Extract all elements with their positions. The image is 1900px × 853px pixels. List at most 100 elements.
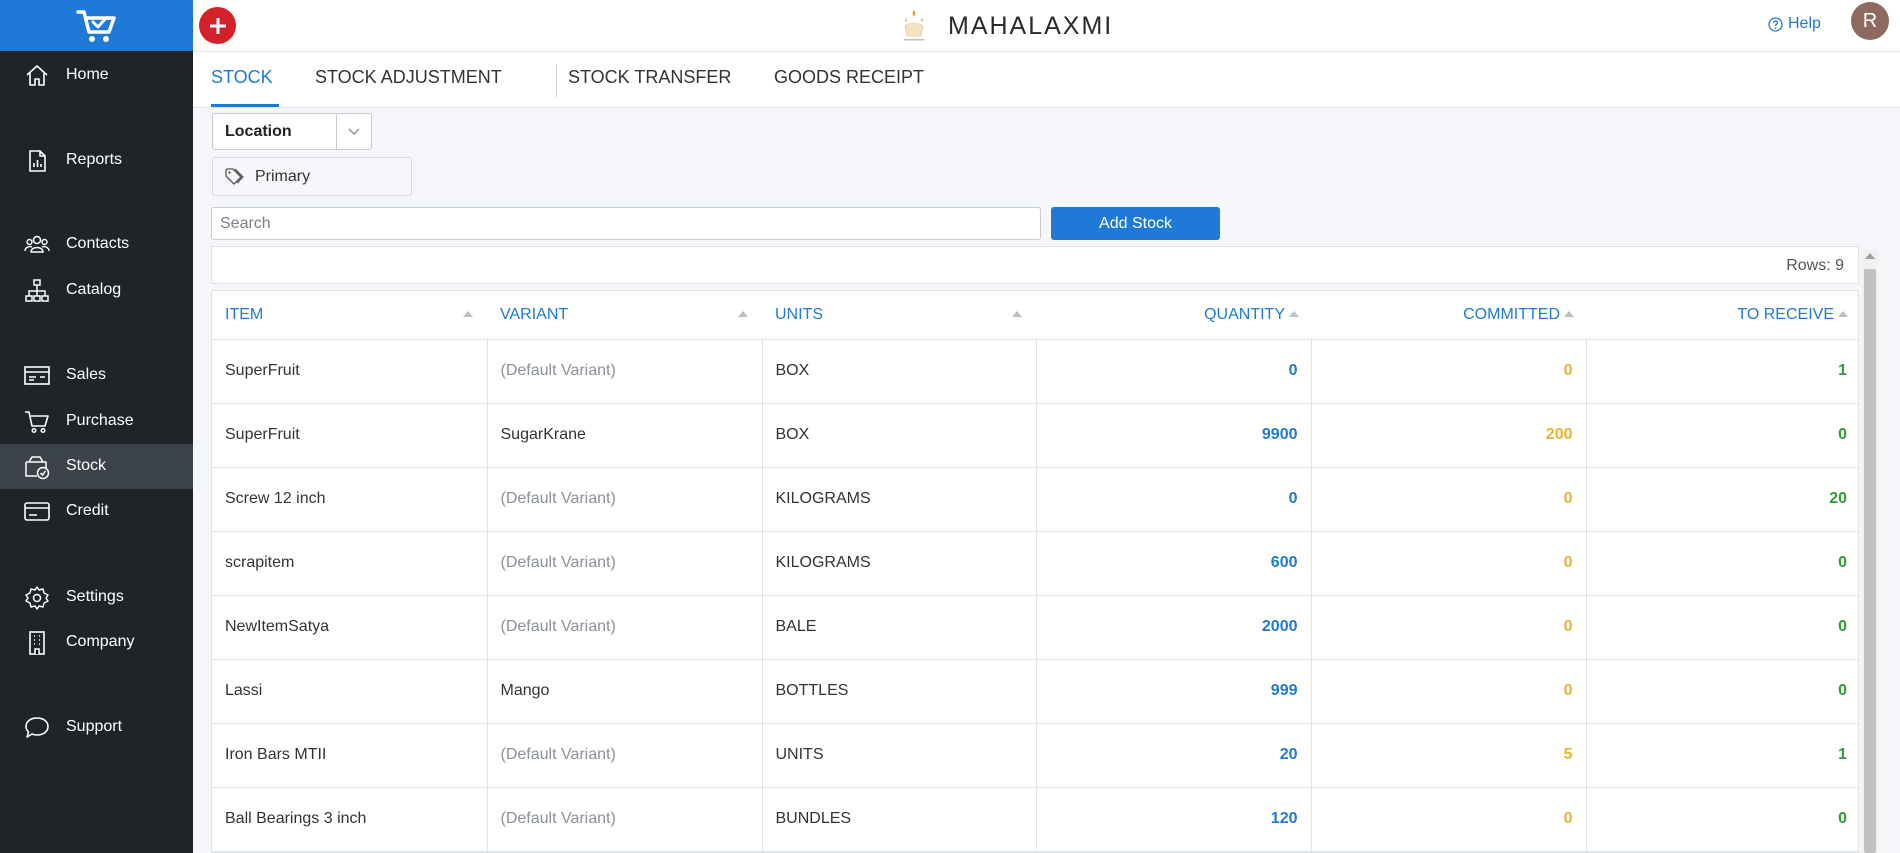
table-row[interactable]: scrapitem (Default Variant) KILOGRAMS 60… <box>212 531 1858 596</box>
location-dropdown[interactable]: Location <box>212 113 372 150</box>
table-header-row: ITEM VARIANT UNITS QUANTITY COMMITTED TO… <box>212 291 1858 340</box>
chevron-down-icon <box>348 128 360 136</box>
column-header-item[interactable]: ITEM <box>212 291 487 340</box>
search-input[interactable] <box>211 207 1041 240</box>
location-dropdown-label: Location <box>225 123 292 140</box>
sidebar-item-home[interactable]: Home <box>0 53 193 98</box>
sidebar-item-catalog[interactable]: Catalog <box>0 268 193 313</box>
sidebar-item-company[interactable]: Company <box>0 620 193 665</box>
sort-up-icon <box>738 311 748 317</box>
gear-icon <box>25 586 49 610</box>
cell-to-receive: 0 <box>1586 531 1858 596</box>
cell-variant: Mango <box>487 659 763 724</box>
cell-committed: 0 <box>1311 467 1587 532</box>
sidebar-item-label: Sales <box>66 366 107 383</box>
stock-table: ITEM VARIANT UNITS QUANTITY COMMITTED TO… <box>212 291 1858 852</box>
cell-units: BOX <box>762 403 1037 468</box>
cell-committed: 0 <box>1311 339 1587 404</box>
location-tag-primary[interactable]: Primary <box>212 157 412 196</box>
sidebar-item-reports[interactable]: Reports <box>0 138 193 183</box>
sidebar-item-label: Reports <box>66 151 123 168</box>
column-header-committed[interactable]: COMMITTED <box>1311 291 1586 340</box>
cell-units: KILOGRAMS <box>762 467 1037 532</box>
cell-variant: (Default Variant) <box>487 531 763 596</box>
table-scrollbar[interactable] <box>1862 249 1878 853</box>
cell-units: KILOGRAMS <box>762 531 1037 596</box>
company-brand: MAHALAXMI <box>896 6 1113 46</box>
app-logo[interactable] <box>0 0 193 51</box>
tab-goods-receipt[interactable]: GOODS RECEIPT <box>774 67 924 88</box>
stock-icon <box>25 456 50 480</box>
cell-quantity: 0 <box>1036 467 1312 532</box>
sales-icon <box>24 366 50 385</box>
column-header-label: ITEM <box>225 305 264 323</box>
scroll-up-arrow-icon[interactable] <box>1865 253 1875 259</box>
sidebar-item-label: Settings <box>66 588 124 605</box>
column-header-units[interactable]: UNITS <box>762 291 1036 340</box>
cell-item: Screw 12 inch <box>212 467 488 532</box>
table-row[interactable]: SuperFruit SugarKrane BOX 9900 200 0 <box>212 403 1858 468</box>
cell-item: SuperFruit <box>212 339 488 404</box>
sidebar-item-label: Credit <box>66 502 109 519</box>
top-header: MAHALAXMI Help R <box>193 0 1900 52</box>
sidebar-item-label: Home <box>66 66 109 83</box>
cell-variant: (Default Variant) <box>487 787 763 852</box>
cell-units: BALE <box>762 595 1037 660</box>
sidebar-item-contacts[interactable]: Contacts <box>0 222 193 267</box>
sidebar-item-purchase[interactable]: Purchase <box>0 399 193 444</box>
cell-quantity: 2000 <box>1036 595 1312 660</box>
help-link[interactable]: Help <box>1768 15 1821 33</box>
table-row[interactable]: SuperFruit (Default Variant) BOX 0 0 1 <box>212 339 1858 404</box>
add-stock-button[interactable]: Add Stock <box>1051 207 1220 240</box>
contacts-icon <box>24 235 50 253</box>
scrollbar-thumb[interactable] <box>1864 269 1876 853</box>
cell-quantity: 120 <box>1036 787 1312 852</box>
cell-item: Ball Bearings 3 inch <box>212 787 488 852</box>
cell-item: scrapitem <box>212 531 488 596</box>
cell-item: Lassi <box>212 659 488 724</box>
cell-committed: 0 <box>1311 531 1587 596</box>
cell-variant: SugarKrane <box>487 403 763 468</box>
cell-quantity: 0 <box>1036 339 1312 404</box>
sort-up-icon <box>1564 311 1574 317</box>
column-header-to-receive[interactable]: TO RECEIVE <box>1586 291 1858 340</box>
column-header-label: UNITS <box>775 305 823 323</box>
table-row[interactable]: Iron Bars MTII (Default Variant) UNITS 2… <box>212 723 1858 788</box>
cart-icon <box>25 411 49 434</box>
sidebar-item-settings[interactable]: Settings <box>0 575 193 620</box>
building-icon <box>29 631 45 655</box>
cell-committed: 0 <box>1311 659 1587 724</box>
dropdown-divider <box>336 114 337 149</box>
sidebar-item-stock[interactable]: Stock <box>0 444 193 489</box>
table-row[interactable]: NewItemSatya (Default Variant) BALE 2000… <box>212 595 1858 660</box>
tab-stock[interactable]: STOCK <box>211 67 273 88</box>
sidebar-item-label: Catalog <box>66 281 122 298</box>
column-header-label: VARIANT <box>500 305 569 323</box>
table-row[interactable]: Ball Bearings 3 inch (Default Variant) B… <box>212 787 1858 852</box>
sidebar-item-sales[interactable]: Sales <box>0 353 193 398</box>
catalog-icon <box>25 279 49 302</box>
table-row[interactable]: Screw 12 inch (Default Variant) KILOGRAM… <box>212 467 1858 532</box>
cell-variant: (Default Variant) <box>487 723 763 788</box>
cell-committed: 5 <box>1311 723 1587 788</box>
tab-stock-adjustment[interactable]: STOCK ADJUSTMENT <box>315 67 502 88</box>
user-avatar[interactable]: R <box>1851 2 1889 40</box>
sidebar-item-credit[interactable]: Credit <box>0 489 193 534</box>
sort-up-icon <box>1012 311 1022 317</box>
sidebar: Home Reports Contacts Catalog Sales Purc… <box>0 0 193 853</box>
sidebar-item-label: Purchase <box>66 412 134 429</box>
report-icon <box>29 150 46 172</box>
cell-to-receive: 0 <box>1586 787 1858 852</box>
table-row[interactable]: Lassi Mango BOTTLES 999 0 0 <box>212 659 1858 724</box>
quick-add-button[interactable] <box>199 7 236 44</box>
cell-to-receive: 0 <box>1586 659 1858 724</box>
rows-count: Rows: 9 <box>1786 257 1844 274</box>
column-header-quantity[interactable]: QUANTITY <box>1036 291 1311 340</box>
column-header-variant[interactable]: VARIANT <box>487 291 762 340</box>
table-toolbar: Rows: 9 <box>211 246 1859 284</box>
cell-units: UNITS <box>762 723 1037 788</box>
sidebar-item-support[interactable]: Support <box>0 705 193 750</box>
company-logo-icon <box>904 10 924 41</box>
sidebar-item-label: Stock <box>66 457 107 474</box>
tab-stock-transfer[interactable]: STOCK TRANSFER <box>568 67 731 88</box>
